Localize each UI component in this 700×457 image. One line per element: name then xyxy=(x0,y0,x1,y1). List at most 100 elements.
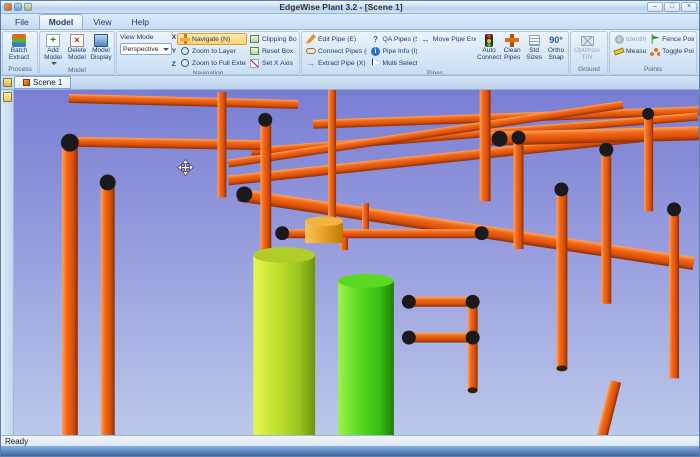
pipe-elbow[interactable] xyxy=(466,295,480,309)
measure-button[interactable]: Measure xyxy=(611,45,647,57)
pipe-elbow[interactable] xyxy=(492,131,508,147)
close-button[interactable]: × xyxy=(681,2,697,12)
optimize-tin-label: Optimize TIN xyxy=(572,48,602,62)
group-label-pipes: Pipes xyxy=(302,70,568,75)
add-model-label: Add Model xyxy=(41,48,65,62)
group-pipes: Edit Pipe (E) Connect Pipes (C) → Extrac… xyxy=(301,31,569,75)
chevron-down-icon xyxy=(163,48,169,51)
pipe-elbow[interactable] xyxy=(667,202,681,216)
pipe-elbow[interactable] xyxy=(258,113,272,127)
pipe-elbow[interactable] xyxy=(599,143,613,157)
identify-label: Identify xyxy=(626,36,647,43)
ribbon: Batch Extract Process + Add Model × Dele… xyxy=(1,30,699,76)
pipe[interactable] xyxy=(468,301,478,390)
pipe-elbow[interactable] xyxy=(554,182,568,196)
zoom-to-full-extent-button[interactable]: Zoom to Full Extent xyxy=(177,57,247,69)
pipe-elbow[interactable] xyxy=(642,108,654,120)
app-icon[interactable] xyxy=(4,3,12,11)
view-mode-column: View Mode Perspective xyxy=(118,33,171,69)
axis-z-label[interactable]: Z xyxy=(172,61,176,68)
clipping-box-button[interactable]: Clipping Box xyxy=(247,33,298,45)
scene-3d[interactable] xyxy=(14,90,699,435)
zoom-to-layer-label: Zoom to Layer xyxy=(192,48,236,55)
pipe-elbow[interactable] xyxy=(512,131,526,145)
delete-model-button[interactable]: × Delete Model xyxy=(65,33,89,66)
maximize-button[interactable]: □ xyxy=(664,2,680,12)
toggle-points-button[interactable]: Toggle Points xyxy=(647,45,695,57)
pipe[interactable] xyxy=(62,142,78,435)
batch-extract-button[interactable]: Batch Extract xyxy=(4,33,34,65)
reset-box-button[interactable]: Reset Box xyxy=(247,45,298,57)
quick-access-toolbar xyxy=(1,3,35,11)
panel-tab-icon[interactable] xyxy=(3,92,12,102)
pipe-elbow[interactable] xyxy=(466,331,480,345)
pipe-info-button[interactable]: i Pipe Info (I) xyxy=(368,45,418,57)
pipe[interactable] xyxy=(217,92,226,197)
scene-tab-bar: Scene 1 xyxy=(1,76,699,90)
navigate-icon xyxy=(180,34,190,44)
axis-y-label[interactable]: Y xyxy=(172,48,176,55)
minimize-button[interactable]: – xyxy=(647,2,663,12)
perspective-value: Perspective xyxy=(123,46,159,53)
viewport-3d[interactable] xyxy=(14,90,699,435)
scene-tab[interactable]: Scene 1 xyxy=(14,76,71,89)
axis-x-label[interactable]: X xyxy=(172,34,176,41)
zoom-to-layer-button[interactable]: Zoom to Layer xyxy=(177,45,247,57)
pipe-elbow[interactable] xyxy=(475,226,489,240)
box-icon xyxy=(250,47,259,55)
pipe[interactable] xyxy=(328,90,336,222)
multi-select-button[interactable]: Multi Select xyxy=(368,57,418,69)
pipe-elbow[interactable] xyxy=(100,175,116,191)
box-icon xyxy=(250,35,259,43)
tab-file[interactable]: File xyxy=(5,14,39,29)
magnifier-icon xyxy=(181,59,189,67)
optimize-tin-button[interactable]: Optimize TIN xyxy=(572,33,602,65)
tab-model[interactable]: Model xyxy=(39,14,84,29)
pipe[interactable] xyxy=(101,181,115,435)
pipe-elbow[interactable] xyxy=(236,186,252,202)
magnifier-icon xyxy=(181,47,189,55)
pipe-info-label: Pipe Info (I) xyxy=(383,48,418,55)
qa-pipes-button[interactable]: ? QA Pipes (S) xyxy=(368,33,418,45)
scene-list-icon[interactable] xyxy=(3,78,12,87)
ortho-snap-button[interactable]: 90° Ortho Snap xyxy=(545,33,567,69)
add-model-button[interactable]: + Add Model xyxy=(41,33,65,66)
perspective-dropdown[interactable]: Perspective xyxy=(120,43,172,55)
move-pipe-ends-button[interactable]: ↔ Move Pipe Ends xyxy=(418,33,477,45)
auto-connect-button[interactable]: Auto Connect xyxy=(477,33,501,69)
pipe-elbow[interactable] xyxy=(402,331,416,345)
tab-view[interactable]: View xyxy=(83,14,121,29)
traffic-light-icon xyxy=(485,34,493,47)
pipe[interactable] xyxy=(601,148,611,304)
pipe-elbow[interactable] xyxy=(402,295,416,309)
qat-icon-1[interactable] xyxy=(14,3,22,11)
clean-pipes-button[interactable]: Clean Pipes xyxy=(501,33,523,69)
pipe-elbow[interactable] xyxy=(61,134,79,152)
pipe[interactable] xyxy=(260,118,271,257)
set-x-axis-button[interactable]: Set X Axis xyxy=(247,57,298,69)
group-ground: Optimize TIN Ground xyxy=(570,31,608,75)
pipe-elbow[interactable] xyxy=(275,226,289,240)
pipe[interactable] xyxy=(556,187,567,368)
add-model-icon: + xyxy=(46,34,60,47)
identify-button[interactable]: Identify xyxy=(611,33,647,45)
list-icon xyxy=(529,35,540,46)
extract-pipe-button[interactable]: → Extract Pipe (X) xyxy=(303,57,368,69)
pipe[interactable] xyxy=(362,203,369,231)
pipe[interactable] xyxy=(644,112,653,211)
tank-right[interactable] xyxy=(338,274,394,435)
tab-help[interactable]: Help xyxy=(122,14,159,29)
pipe[interactable] xyxy=(514,136,524,249)
tank-left[interactable] xyxy=(253,247,315,435)
model-display-button[interactable]: Model Display xyxy=(89,33,113,66)
fence-points-button[interactable]: Fence Points xyxy=(647,33,695,45)
navigate-button[interactable]: Navigate (N) xyxy=(177,33,247,45)
edit-pipe-button[interactable]: Edit Pipe (E) xyxy=(303,33,368,45)
pipe[interactable] xyxy=(669,207,679,378)
qat-icon-2[interactable] xyxy=(24,3,32,11)
connect-pipes-button[interactable]: Connect Pipes (C) xyxy=(303,45,368,57)
std-sizes-button[interactable]: Std Sizes xyxy=(523,33,545,69)
clean-pipes-icon xyxy=(505,34,519,47)
pipe[interactable] xyxy=(480,90,491,201)
small-cylinder[interactable] xyxy=(305,216,343,243)
